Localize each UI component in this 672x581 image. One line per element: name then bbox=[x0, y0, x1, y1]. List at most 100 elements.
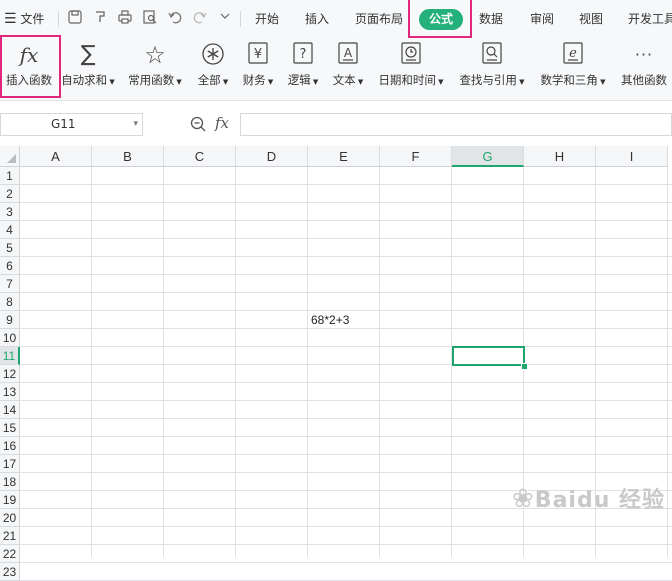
grid-row-line bbox=[20, 472, 672, 473]
row-header-16[interactable]: 16 bbox=[0, 437, 20, 455]
column-header-a[interactable]: A bbox=[20, 146, 92, 167]
text-functions-button[interactable]: A 文本 ▼ bbox=[328, 38, 368, 100]
file-menu-label: 文件 bbox=[20, 12, 45, 26]
fill-handle[interactable] bbox=[521, 363, 528, 370]
dropdown-caret-icon: ▼ bbox=[516, 78, 525, 86]
column-header-e[interactable]: E bbox=[308, 146, 380, 167]
tab-highlight-box bbox=[408, 0, 472, 38]
tab-page-layout[interactable]: 页面布局 bbox=[355, 0, 403, 38]
row-header-7[interactable]: 7 bbox=[0, 275, 20, 293]
grid-row-line bbox=[20, 544, 672, 545]
tab-view[interactable]: 视图 bbox=[579, 0, 603, 38]
text-functions-label: 文本 bbox=[332, 73, 356, 87]
row-header-2[interactable]: 2 bbox=[0, 185, 20, 203]
row-header-14[interactable]: 14 bbox=[0, 401, 20, 419]
tab-data[interactable]: 数据 bbox=[479, 0, 503, 38]
date-time-button[interactable]: 日期和时间 ▼ bbox=[373, 38, 449, 100]
format-painter-icon[interactable] bbox=[92, 10, 108, 26]
grid-column-line bbox=[235, 167, 236, 557]
svg-text:A: A bbox=[344, 46, 353, 60]
financial-button[interactable]: ¥ 财务 ▼ bbox=[238, 38, 278, 100]
grid-column-line bbox=[667, 167, 668, 557]
row-header-13[interactable]: 13 bbox=[0, 383, 20, 401]
grid-row-line bbox=[20, 526, 672, 527]
row-header-23[interactable]: 23 bbox=[0, 563, 20, 581]
row-header-8[interactable]: 8 bbox=[0, 293, 20, 311]
tab-insert[interactable]: 插入 bbox=[305, 0, 329, 38]
row-header-22[interactable]: 22 bbox=[0, 545, 20, 563]
logical-label: 逻辑 bbox=[287, 73, 311, 87]
print-preview-icon[interactable] bbox=[142, 10, 158, 26]
dropdown-caret-icon: ▼ bbox=[355, 78, 364, 86]
row-header-19[interactable]: 19 bbox=[0, 491, 20, 509]
name-box[interactable]: G11 ▾ bbox=[0, 113, 143, 136]
grid-row-line bbox=[20, 256, 672, 257]
baidu-watermark: ❀Baidu 经验 bbox=[512, 482, 665, 514]
row-header-21[interactable]: 21 bbox=[0, 527, 20, 545]
undo-icon[interactable] bbox=[167, 10, 183, 26]
grid-column-line bbox=[307, 167, 308, 557]
row-header-10[interactable]: 10 bbox=[0, 329, 20, 347]
lookup-reference-label: 查找与引用 bbox=[459, 73, 517, 87]
all-functions-button[interactable]: 全部 ▼ bbox=[193, 38, 233, 100]
row-header-1[interactable]: 1 bbox=[0, 167, 20, 185]
fx-icon[interactable]: fx bbox=[215, 114, 229, 132]
row-header-11[interactable]: 11 bbox=[0, 347, 20, 365]
column-header-i[interactable]: I bbox=[596, 146, 668, 167]
lookup-reference-button[interactable]: 查找与引用 ▼ bbox=[454, 38, 530, 100]
row-header-12[interactable]: 12 bbox=[0, 365, 20, 383]
row-header-3[interactable]: 3 bbox=[0, 203, 20, 221]
column-header-b[interactable]: B bbox=[92, 146, 164, 167]
active-cell-g11[interactable] bbox=[452, 346, 525, 366]
watermark-text: Baidu 经验 bbox=[534, 488, 666, 513]
row-header-15[interactable]: 15 bbox=[0, 419, 20, 437]
customize-dropdown-icon[interactable] bbox=[217, 10, 233, 26]
column-header-c[interactable]: C bbox=[164, 146, 236, 167]
redo-icon[interactable] bbox=[192, 10, 208, 26]
row-header-6[interactable]: 6 bbox=[0, 257, 20, 275]
grid-row-line bbox=[20, 382, 672, 383]
column-header-f[interactable]: F bbox=[380, 146, 452, 167]
grid-row-line bbox=[20, 274, 672, 275]
cell-e9[interactable]: 68*2+3 bbox=[311, 313, 349, 327]
formula-input[interactable] bbox=[240, 113, 672, 136]
common-functions-button[interactable]: ☆ 常用函数 ▼ bbox=[124, 38, 186, 100]
menu-bar: ☰ 文件 开始 插入 页面布局 公式 数据 审阅 视图 开发工具 bbox=[0, 0, 672, 38]
row-header-4[interactable]: 4 bbox=[0, 221, 20, 239]
all-functions-label: 全部 bbox=[197, 73, 221, 87]
row-header-9[interactable]: 9 bbox=[0, 311, 20, 329]
formula-bar: G11 ▾ fx bbox=[0, 110, 672, 140]
insert-function-highlight-box bbox=[0, 35, 61, 98]
row-header-5[interactable]: 5 bbox=[0, 239, 20, 257]
logical-button[interactable]: ? 逻辑 ▼ bbox=[283, 38, 323, 100]
more-functions-button[interactable]: ··· 其他函数 bbox=[616, 38, 672, 100]
grid-row-line bbox=[20, 184, 672, 185]
save-icon[interactable] bbox=[67, 10, 83, 26]
grid-row-line bbox=[20, 364, 672, 365]
autosum-button[interactable]: ∑ 自动求和 ▼ bbox=[58, 38, 118, 100]
tab-review[interactable]: 审阅 bbox=[530, 0, 554, 38]
grid-row-line bbox=[20, 562, 672, 563]
chevron-down-icon[interactable]: ▾ bbox=[133, 114, 138, 135]
column-header-h[interactable]: H bbox=[524, 146, 596, 167]
column-header-d[interactable]: D bbox=[236, 146, 308, 167]
more-functions-label: 其他函数 bbox=[621, 73, 667, 87]
grid-row-line bbox=[20, 238, 672, 239]
zoom-search-icon[interactable] bbox=[190, 116, 206, 136]
svg-text:e: e bbox=[569, 46, 577, 61]
toolbar-divider bbox=[58, 11, 59, 27]
math-e-icon: e bbox=[563, 42, 583, 68]
select-all-corner[interactable] bbox=[0, 146, 20, 167]
print-icon[interactable] bbox=[117, 10, 133, 26]
column-header-g[interactable]: G bbox=[452, 146, 524, 167]
tab-developer[interactable]: 开发工具 bbox=[628, 0, 672, 38]
math-trig-button[interactable]: e 数学和三角 ▼ bbox=[535, 38, 611, 100]
grid-row-line bbox=[20, 220, 672, 221]
paw-icon: ❀ bbox=[512, 484, 535, 514]
dropdown-caret-icon: ▼ bbox=[310, 78, 319, 86]
file-menu[interactable]: ☰ 文件 bbox=[4, 0, 44, 38]
row-header-18[interactable]: 18 bbox=[0, 473, 20, 491]
tab-home[interactable]: 开始 bbox=[255, 0, 279, 38]
row-header-17[interactable]: 17 bbox=[0, 455, 20, 473]
row-header-20[interactable]: 20 bbox=[0, 509, 20, 527]
